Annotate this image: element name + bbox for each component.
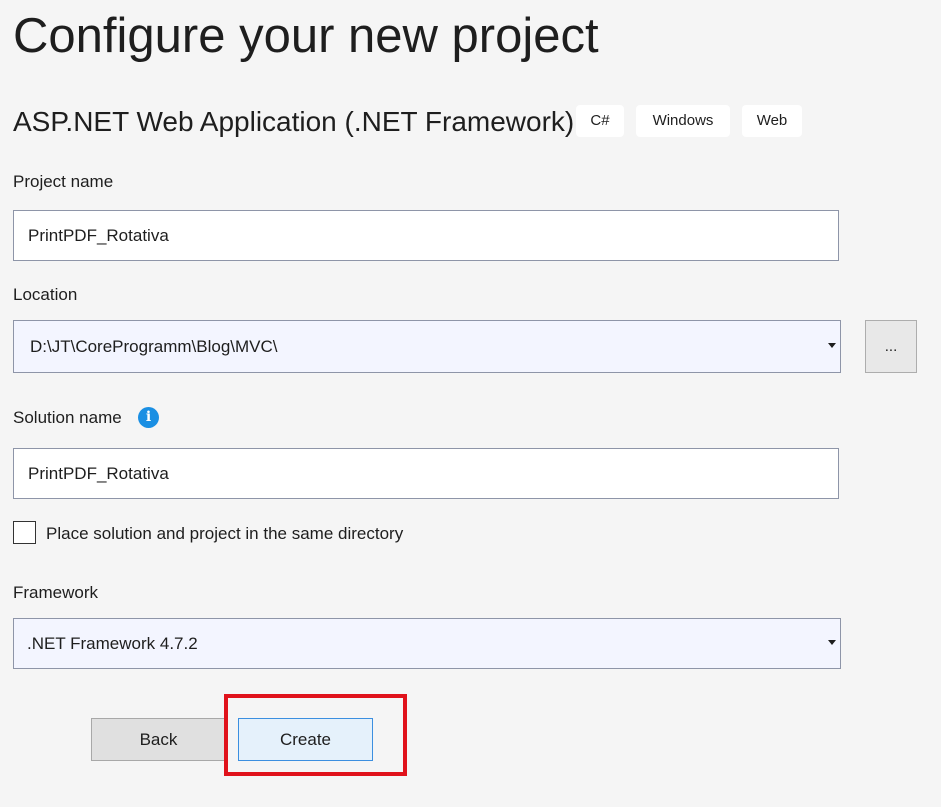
framework-combobox[interactable]: .NET Framework 4.7.2 <box>13 618 841 669</box>
solution-name-input[interactable]: PrintPDF_Rotativa <box>13 448 839 499</box>
chevron-down-icon[interactable] <box>828 343 836 348</box>
page-title: Configure your new project <box>13 9 599 63</box>
create-highlight-box <box>224 694 407 776</box>
chevron-down-icon[interactable] <box>828 640 836 645</box>
tag-windows: Windows <box>636 105 730 137</box>
framework-value: .NET Framework 4.7.2 <box>27 634 198 653</box>
solution-name-label: Solution name <box>13 408 122 427</box>
project-name-input[interactable]: PrintPDF_Rotativa <box>13 210 839 261</box>
location-value: D:\JT\CoreProgramm\Blog\MVC\ <box>30 337 278 356</box>
browse-button[interactable]: ... <box>865 320 917 373</box>
back-button[interactable]: Back <box>91 718 226 761</box>
framework-label: Framework <box>13 583 99 602</box>
info-icon[interactable]: i <box>138 407 159 428</box>
location-label: Location <box>13 285 78 304</box>
tag-web: Web <box>742 105 802 137</box>
template-name: ASP.NET Web Application (.NET Framework) <box>13 106 575 137</box>
location-combobox[interactable]: D:\JT\CoreProgramm\Blog\MVC\ <box>13 320 841 373</box>
project-name-label: Project name <box>13 172 114 191</box>
tag-csharp: C# <box>576 105 624 137</box>
same-directory-checkbox[interactable] <box>13 521 36 544</box>
same-directory-label[interactable]: Place solution and project in the same d… <box>46 522 403 546</box>
